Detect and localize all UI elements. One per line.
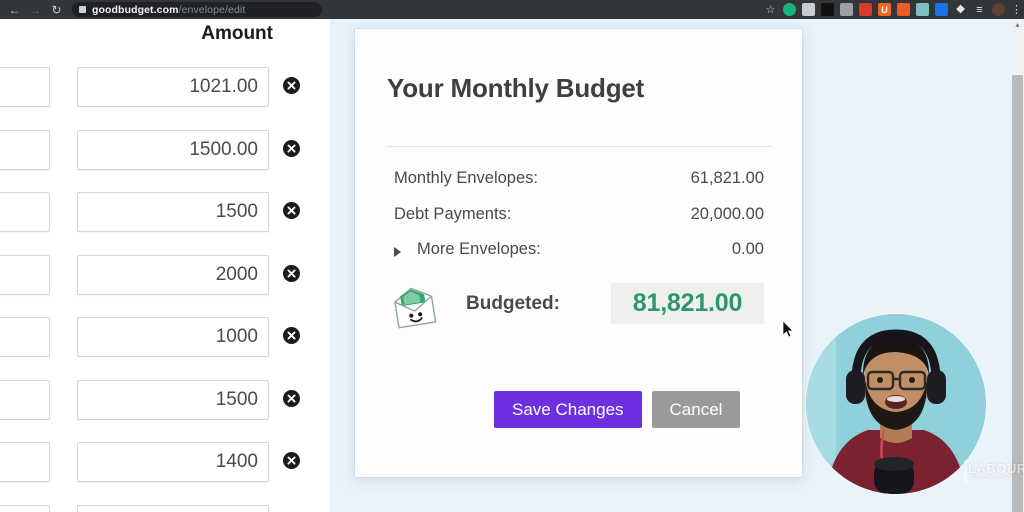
extension-icon-teal[interactable] [916,3,929,16]
modal-title: Your Monthly Budget [387,73,645,103]
envelope-amount-input[interactable] [77,504,269,512]
budget-line-value: 61,821.00 [690,169,764,187]
browser-toolbar: ← → ↻ goodbudget.com/envelope/edit ☆ U ❖ ≡… [0,0,1024,19]
envelope-name-input[interactable] [0,504,50,512]
envelope-amount-input[interactable]: 1500 [77,379,269,420]
budgeted-amount: 81,821.00 [611,283,764,324]
site-info-icon[interactable] [79,6,86,13]
extension-icon-blue[interactable] [935,3,948,16]
budget-line-label: Debt Payments: [394,205,512,223]
envelope-amount-input[interactable]: 1500.00 [77,129,269,170]
extension-icon-dark[interactable] [821,3,834,16]
channel-watermark: LABOUR TAX ADVISOR [962,458,1024,490]
remove-row-icon[interactable] [283,327,300,344]
remove-row-icon[interactable] [283,264,300,282]
envelope-row: 1400 [0,438,330,501]
envelope-name-input[interactable] [0,442,50,482]
page-scrollbar-thumb[interactable] [1012,75,1023,512]
browser-extension-bar: ☆ U ❖ ≡ ⋮ [764,3,1024,16]
budget-line-label: More Envelopes: [417,240,541,258]
budgeted-total-row: Budgeted: 81,821.00 [387,283,772,331]
remove-row-icon[interactable] [283,389,300,407]
extension-icon-orange[interactable] [897,3,910,16]
envelope-row [0,501,330,512]
envelope-name-input[interactable] [0,67,50,107]
envelope-row: 1500 [0,188,330,251]
extension-icon-u[interactable]: U [878,3,891,16]
back-arrow-icon[interactable]: ← [5,0,24,19]
profile-avatar-icon[interactable] [992,3,1005,16]
scrollbar-up-arrow-icon[interactable]: ▲ [1012,19,1023,31]
page-scrollbar-track[interactable] [1011,19,1024,512]
envelope-name-input[interactable] [0,317,50,357]
extension-icons: U ❖ ≡ [783,3,1005,16]
watermark-text: LABOUR [968,461,1024,476]
envelope-row: 1000 [0,313,330,376]
extension-icon-red[interactable] [859,3,872,16]
envelope-amount-input[interactable]: 1500 [77,192,269,232]
budget-line-value: 0.00 [731,240,764,258]
envelope-row: 2000 [0,251,330,314]
envelope-row: 1500.00 [0,126,330,189]
modal-action-buttons: Save Changes Cancel [494,391,741,428]
webcam-presenter-video [806,314,986,494]
budget-line: Debt Payments: 20,000.00 [387,205,772,233]
url-path: /envelope/edit [178,3,246,16]
amount-column-header: Amount [201,23,273,44]
extension-icon-note[interactable] [802,3,815,16]
envelope-amount-input[interactable]: 2000 [77,254,269,295]
envelope-mascot-icon [389,285,441,329]
browser-nav-buttons: ← → ↻ [0,0,66,19]
envelope-row: 1500 [0,376,330,439]
budget-line-value: 20,000.00 [690,205,764,223]
envelope-amount-input[interactable]: 1021.00 [77,67,269,107]
remove-row-icon[interactable] [283,77,300,94]
address-bar[interactable]: goodbudget.com/envelope/edit [72,2,322,17]
extension-puzzle-icon[interactable]: ❖ [954,3,967,16]
envelope-amount-input[interactable]: 1400 [77,442,269,482]
budget-line-label: Monthly Envelopes: [394,169,538,187]
save-changes-button[interactable]: Save Changes [494,391,642,428]
cancel-button[interactable]: Cancel [651,391,741,428]
envelope-name-input[interactable] [0,192,50,232]
extension-icon-search[interactable] [840,3,853,16]
monthly-budget-modal: Your Monthly Budget Monthly Envelopes: 61… [355,29,802,477]
url-domain: goodbudget.com [92,3,179,16]
envelope-rows: 1021.00 1500.00 1500 2000 1000 1500 1400 [0,63,330,512]
envelope-name-input[interactable] [0,129,50,170]
url-text: goodbudget.com/envelope/edit [92,4,245,16]
envelope-name-input[interactable] [0,254,50,295]
screen-root: ← → ↻ goodbudget.com/envelope/edit ☆ U ❖ ≡… [0,0,1024,512]
bookmark-star-icon[interactable]: ☆ [764,3,777,16]
budget-line: Monthly Envelopes: 61,821.00 [387,169,772,197]
forward-arrow-icon: → [29,2,42,17]
watermark-subtext: TAX ADVISOR [970,475,1011,481]
reload-icon[interactable]: ↻ [47,0,66,19]
envelope-name-input[interactable] [0,379,50,420]
extension-icon-green[interactable] [783,3,796,16]
envelope-amount-input[interactable]: 1000 [77,317,269,357]
remove-row-icon[interactable] [283,139,300,157]
watermark-bar [964,460,967,484]
extension-icon-list[interactable]: ≡ [973,3,986,16]
budget-line[interactable]: More Envelopes: 0.00 [387,240,772,268]
remove-row-icon[interactable] [283,202,300,219]
mouse-pointer-cursor [782,320,795,339]
budgeted-label: Budgeted: [466,293,560,314]
remove-row-icon[interactable] [283,452,300,469]
envelope-edit-form: Amount 1021.00 1500.00 1500 2000 1000 1500 140… [0,19,330,512]
browser-menu-icon[interactable]: ⋮ [1011,3,1022,16]
expand-triangle-icon[interactable] [394,247,401,257]
envelope-row: 1021.00 [0,63,330,126]
modal-divider [387,146,772,147]
